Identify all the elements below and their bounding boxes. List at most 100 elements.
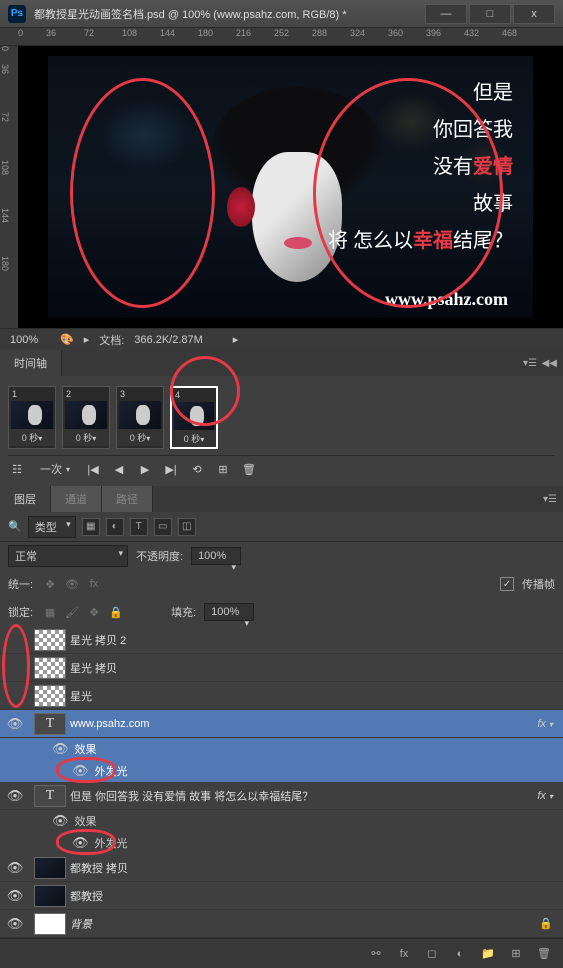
layer-thumb[interactable] bbox=[34, 885, 66, 907]
layer-thumb[interactable] bbox=[34, 913, 66, 935]
canvas-image: 但是 你回答我 没有爱情 故事 将 怎么以幸福结尾？ www.psahz.com bbox=[48, 56, 533, 318]
color-sampler-icon: 🎨 bbox=[60, 333, 74, 346]
layer-thumb[interactable]: T bbox=[34, 785, 66, 807]
layer-style-icon[interactable]: fx bbox=[395, 945, 413, 963]
opacity-input[interactable]: 100% bbox=[191, 547, 241, 565]
layer-row[interactable]: 👁 T 但是 你回答我 没有爱情 故事 将怎么以幸福结尾？ fx ▾ bbox=[0, 782, 563, 810]
visibility-toggle[interactable]: 👁 bbox=[7, 916, 24, 932]
layer-row[interactable]: 👁 都教授 拷贝 bbox=[0, 854, 563, 882]
layer-thumb[interactable]: T bbox=[34, 713, 66, 735]
close-button[interactable]: x bbox=[513, 4, 555, 24]
layer-thumb[interactable] bbox=[34, 685, 66, 707]
opacity-label: 不透明度: bbox=[136, 548, 183, 564]
layer-name[interactable]: 都教授 bbox=[70, 888, 563, 904]
tween-button[interactable]: ⟲ bbox=[188, 460, 206, 478]
fill-input[interactable]: 100% bbox=[204, 603, 254, 621]
visibility-toggle[interactable]: 👁 bbox=[7, 716, 24, 732]
frame-2[interactable]: 20 秒▾ bbox=[62, 386, 110, 449]
minimize-button[interactable]: — bbox=[425, 4, 467, 24]
layer-name[interactable]: www.psahz.com bbox=[70, 718, 537, 730]
play-button[interactable]: ▶ bbox=[136, 460, 154, 478]
filter-shape-icon[interactable]: ▭ bbox=[154, 518, 172, 536]
frames-strip: 10 秒▾ 20 秒▾ 30 秒▾ 40 秒▾ bbox=[8, 380, 555, 455]
visibility-toggle[interactable]: 👁 bbox=[7, 788, 24, 804]
propagate-checkbox[interactable] bbox=[500, 577, 514, 591]
filter-smart-icon[interactable]: ◫ bbox=[178, 518, 196, 536]
layer-row[interactable]: 👁 T www.psahz.com fx ▾ bbox=[0, 710, 563, 738]
delete-frame-button[interactable]: 🗑 bbox=[240, 460, 258, 478]
lock-pixels-icon[interactable]: 🖌 bbox=[63, 603, 81, 621]
blend-mode-dropdown[interactable]: 正常 bbox=[8, 545, 128, 567]
layer-list: 星光 拷贝 2 星光 拷贝 星光 👁 T www.psahz.com fx ▾ … bbox=[0, 626, 563, 938]
layers-panel: 图层 通道 路径 ▾☰ 🔍 类型 ▦ ◐ T ▭ ◫ 正常 不透明度: 100%… bbox=[0, 486, 563, 968]
first-frame-button[interactable]: |◀ bbox=[84, 460, 102, 478]
lock-all-icon[interactable]: 🔒 bbox=[107, 603, 125, 621]
lock-transparency-icon[interactable]: ▦ bbox=[41, 603, 59, 621]
unify-visibility-icon[interactable]: 👁 bbox=[63, 575, 81, 593]
prev-frame-button[interactable]: ◀ bbox=[110, 460, 128, 478]
layer-row[interactable]: 星光 bbox=[0, 682, 563, 710]
propagate-label: 传播帧 bbox=[522, 576, 555, 592]
adjustment-layer-icon[interactable]: ◐ bbox=[451, 945, 469, 963]
panel-menu-icon[interactable]: ▾☰ bbox=[543, 494, 557, 505]
tab-channels[interactable]: 通道 bbox=[51, 486, 102, 512]
zoom-input[interactable] bbox=[10, 334, 50, 346]
layer-name[interactable]: 星光 拷贝 bbox=[70, 660, 563, 676]
layer-name[interactable]: 星光 拷贝 2 bbox=[70, 632, 563, 648]
layer-row[interactable]: 👁 背景 🔒 bbox=[0, 910, 563, 938]
convert-timeline-icon[interactable]: ☷ bbox=[8, 460, 26, 478]
lock-label: 锁定: bbox=[8, 604, 33, 620]
filter-pixel-icon[interactable]: ▦ bbox=[82, 518, 100, 536]
filter-type-dropdown[interactable]: 类型 bbox=[28, 516, 76, 538]
visibility-toggle[interactable]: 👁 bbox=[52, 813, 69, 829]
tab-paths[interactable]: 路径 bbox=[102, 486, 153, 512]
document-title: 都教授星光动画签名档.psd @ 100% (www.psahz.com, RG… bbox=[34, 6, 425, 22]
overlay-text: 但是 你回答我 没有爱情 故事 将 怎么以幸福结尾？ bbox=[328, 76, 513, 261]
layers-footer: ⚯ fx ◻ ◐ 📁 ⊞ 🗑 bbox=[0, 938, 563, 968]
frame-3[interactable]: 30 秒▾ bbox=[116, 386, 164, 449]
panel-menu-icon[interactable]: ▾☰ bbox=[523, 358, 537, 369]
fx-indicator[interactable]: fx ▾ bbox=[537, 718, 563, 730]
unify-label: 统一: bbox=[8, 576, 33, 592]
unify-position-icon[interactable]: ✥ bbox=[41, 575, 59, 593]
visibility-toggle[interactable]: 👁 bbox=[52, 741, 69, 757]
delete-layer-icon[interactable]: 🗑 bbox=[535, 945, 553, 963]
layer-name[interactable]: 都教授 拷贝 bbox=[70, 860, 563, 876]
visibility-toggle[interactable]: 👁 bbox=[7, 860, 24, 876]
loop-dropdown[interactable]: 一次 bbox=[40, 461, 62, 477]
collapse-icon[interactable]: ◀◀ bbox=[542, 358, 557, 369]
layer-name[interactable]: 星光 bbox=[70, 688, 563, 704]
layer-row[interactable]: 👁 都教授 bbox=[0, 882, 563, 910]
tab-timeline[interactable]: 时间轴 bbox=[0, 350, 62, 376]
layer-row[interactable]: 星光 拷贝 bbox=[0, 654, 563, 682]
layer-name[interactable]: 但是 你回答我 没有爱情 故事 将怎么以幸福结尾？ bbox=[70, 788, 537, 804]
filter-text-icon[interactable]: T bbox=[130, 518, 148, 536]
watermark: www.psahz.com bbox=[385, 289, 508, 310]
ps-logo-icon: Ps bbox=[8, 5, 26, 23]
frame-1[interactable]: 10 秒▾ bbox=[8, 386, 56, 449]
lock-icon: 🔒 bbox=[539, 917, 563, 930]
layer-group-icon[interactable]: 📁 bbox=[479, 945, 497, 963]
maximize-button[interactable]: □ bbox=[469, 4, 511, 24]
canvas-area[interactable]: 0 36 72 108 144 180 但是 你回答我 没有爱情 故事 将 怎么… bbox=[0, 46, 563, 328]
canvas[interactable]: 但是 你回答我 没有爱情 故事 将 怎么以幸福结尾？ www.psahz.com bbox=[18, 46, 563, 328]
tab-layers[interactable]: 图层 bbox=[0, 486, 51, 512]
layer-mask-icon[interactable]: ◻ bbox=[423, 945, 441, 963]
duplicate-frame-button[interactable]: ⊞ bbox=[214, 460, 232, 478]
link-layers-icon[interactable]: ⚯ bbox=[367, 945, 385, 963]
status-bar: 🎨 ▸ 文档:366.2K/2.87M ▸ bbox=[0, 328, 563, 350]
new-layer-icon[interactable]: ⊞ bbox=[507, 945, 525, 963]
fx-indicator[interactable]: fx ▾ bbox=[537, 790, 563, 802]
filter-adjust-icon[interactable]: ◐ bbox=[106, 518, 124, 536]
layer-name[interactable]: 背景 bbox=[70, 916, 539, 932]
annotation-circle bbox=[170, 356, 240, 426]
unify-style-icon[interactable]: fx bbox=[85, 575, 103, 593]
visibility-toggle[interactable]: 👁 bbox=[7, 888, 24, 904]
layer-thumb[interactable] bbox=[34, 857, 66, 879]
layer-thumb[interactable] bbox=[34, 629, 66, 651]
layer-thumb[interactable] bbox=[34, 657, 66, 679]
titlebar: Ps 都教授星光动画签名档.psd @ 100% (www.psahz.com,… bbox=[0, 0, 563, 28]
lock-position-icon[interactable]: ✥ bbox=[85, 603, 103, 621]
next-frame-button[interactable]: ▶| bbox=[162, 460, 180, 478]
layer-row[interactable]: 星光 拷贝 2 bbox=[0, 626, 563, 654]
